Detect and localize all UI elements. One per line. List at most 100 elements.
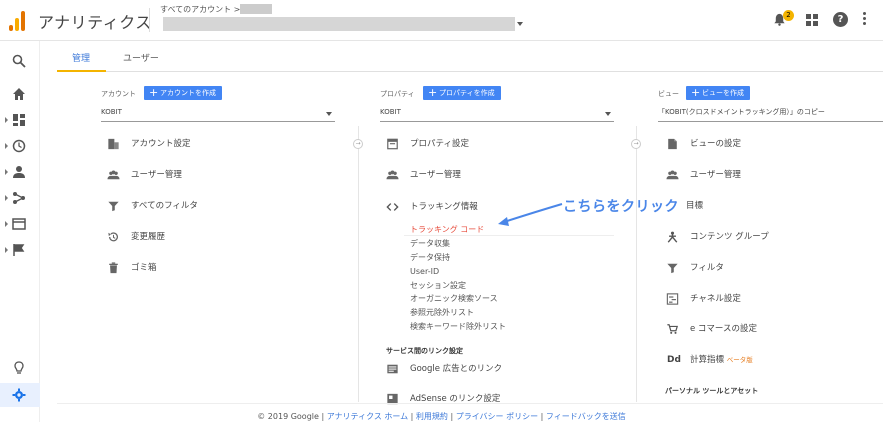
column-separator <box>358 126 359 402</box>
channel-settings-label: チャネル設定 <box>690 294 741 304</box>
footer-analytics-home-link[interactable]: アナリティクス ホーム <box>327 412 408 421</box>
account-breadcrumb[interactable]: すべてのアカウント > <box>160 4 240 15</box>
view-user-mgmt-label: ユーザー管理 <box>690 170 741 180</box>
expand-arrow-icon[interactable] <box>5 195 8 201</box>
filter-icon <box>108 201 119 212</box>
create-account-button[interactable]: + アカウントを作成 <box>144 86 222 100</box>
goals-label: 目標 <box>686 201 704 211</box>
data-retention-link[interactable]: データ保持 <box>410 252 450 264</box>
trash-label: ゴミ箱 <box>131 263 157 273</box>
all-filters-label: すべてのフィルタ <box>131 201 198 211</box>
footer-copyright: © 2019 Google <box>257 412 319 421</box>
create-property-button[interactable]: + プロパティを作成 <box>423 86 501 100</box>
tab-user[interactable]: ユーザー <box>123 51 159 64</box>
account-user-mgmt-label: ユーザー管理 <box>131 170 182 180</box>
document-icon <box>668 138 677 150</box>
create-account-label: アカウントを作成 <box>160 89 216 97</box>
footer-terms-link[interactable]: 利用規約 <box>416 412 448 421</box>
content-group-icon <box>667 231 678 243</box>
property-user-mgmt-label: ユーザー管理 <box>410 170 461 180</box>
expand-arrow-icon[interactable] <box>5 221 8 227</box>
footer-privacy-link[interactable]: プライバシー ポリシー <box>456 412 538 421</box>
google-ads-link-label: Google 広告とのリンク <box>410 364 503 374</box>
account-selector[interactable]: KOBIT <box>101 106 335 122</box>
user-id-link[interactable]: User-ID <box>410 266 439 278</box>
admin-tabs: 管理 ユーザー <box>57 41 883 72</box>
cart-icon <box>667 324 679 334</box>
chevron-down-icon <box>326 112 332 116</box>
redacted-text <box>240 4 272 14</box>
expand-arrow-icon[interactable] <box>5 169 8 175</box>
property-settings-label: プロパティ設定 <box>410 139 469 149</box>
plus-icon: + <box>428 86 438 99</box>
organic-search-sources-link[interactable]: オーガニック検索ソース <box>410 293 498 305</box>
product-linking-heading: サービス間のリンク設定 <box>386 347 463 355</box>
top-bar: アナリティクス すべてのアカウント > 2 ? <box>0 0 883 41</box>
footer-feedback-link[interactable]: フィードバックを送信 <box>546 412 626 421</box>
help-icon[interactable]: ? <box>833 12 848 27</box>
expand-arrow-icon[interactable] <box>5 143 8 149</box>
flag-icon[interactable] <box>12 243 26 257</box>
more-vert-icon[interactable] <box>863 12 866 26</box>
tracking-code-link[interactable]: トラッキング コード <box>410 224 484 236</box>
people-icon <box>107 170 120 180</box>
acquisition-icon[interactable] <box>12 191 26 205</box>
notification-badge: 2 <box>783 10 794 21</box>
chevron-down-icon[interactable] <box>517 22 523 26</box>
active-tab-indicator <box>57 70 106 72</box>
data-collection-link[interactable]: データ収集 <box>410 238 450 250</box>
tab-admin[interactable]: 管理 <box>72 51 90 64</box>
dashboard-icon[interactable] <box>12 113 26 127</box>
account-column-label: アカウント <box>101 90 136 98</box>
behavior-icon[interactable] <box>12 217 26 231</box>
property-selected-value: KOBIT <box>380 108 401 116</box>
personal-tools-heading: パーソナル ツールとアセット <box>665 387 759 395</box>
calc-icon: Dd <box>667 355 681 365</box>
ecommerce-settings-label: e コマースの設定 <box>690 324 758 334</box>
calculated-metrics-label: 計算指標 <box>690 355 725 365</box>
calculated-metrics-label-wrap: 計算指標 ベータ版 <box>690 352 753 368</box>
person-icon[interactable] <box>12 165 26 179</box>
building-icon <box>108 138 119 150</box>
view-filters-label: フィルタ <box>690 263 724 273</box>
expand-arrow-icon[interactable] <box>5 117 8 123</box>
session-settings-link[interactable]: セッション設定 <box>410 280 466 292</box>
beta-badge: ベータ版 <box>726 356 753 364</box>
arrow-right-icon: → <box>631 139 641 149</box>
annotation-arrow <box>498 203 563 226</box>
create-view-label: ビューを作成 <box>702 89 744 97</box>
chevron-down-icon <box>605 112 611 116</box>
code-icon <box>386 203 399 211</box>
people-icon <box>666 170 679 180</box>
channel-icon <box>666 293 679 305</box>
account-settings-label: アカウント設定 <box>131 139 191 149</box>
side-nav <box>0 41 40 422</box>
plus-icon: + <box>149 86 159 99</box>
tracking-info-label: トラッキング情報 <box>410 202 478 212</box>
plus-icon: + <box>691 86 701 99</box>
referral-exclusion-link[interactable]: 参照元除外リスト <box>410 307 474 319</box>
search-term-exclusion-link[interactable]: 検索キーワード除外リスト <box>410 321 506 333</box>
history-icon <box>108 232 118 242</box>
app-title: アナリティクス <box>38 13 152 32</box>
trash-icon <box>109 262 118 274</box>
filter-icon <box>667 263 678 274</box>
gear-icon[interactable] <box>12 388 26 402</box>
footer: © 2019 Google | アナリティクス ホーム | 利用規約 | プライ… <box>257 412 626 421</box>
home-icon[interactable] <box>12 87 26 101</box>
property-selector[interactable]: KOBIT <box>380 106 614 122</box>
adsense-link-label: AdSense のリンク設定 <box>410 394 501 404</box>
create-view-button[interactable]: + ビューを作成 <box>686 86 750 100</box>
analytics-logo[interactable] <box>9 9 27 31</box>
view-selector[interactable]: 「KOBIT(クロスドメイントラッキング用）」のコピー <box>658 106 883 122</box>
apps-grid-icon[interactable] <box>806 14 818 26</box>
account-selector-redacted[interactable] <box>163 17 515 31</box>
content-bottom-border <box>57 403 883 404</box>
search-icon[interactable] <box>12 54 26 68</box>
arrow-right-icon: → <box>353 139 363 149</box>
change-history-label: 変更履歴 <box>131 232 166 242</box>
clock-icon[interactable] <box>12 139 26 153</box>
view-selected-value: 「KOBIT(クロスドメイントラッキング用）」のコピー <box>658 108 825 116</box>
lightbulb-icon[interactable] <box>12 361 26 375</box>
expand-arrow-icon[interactable] <box>5 247 8 253</box>
